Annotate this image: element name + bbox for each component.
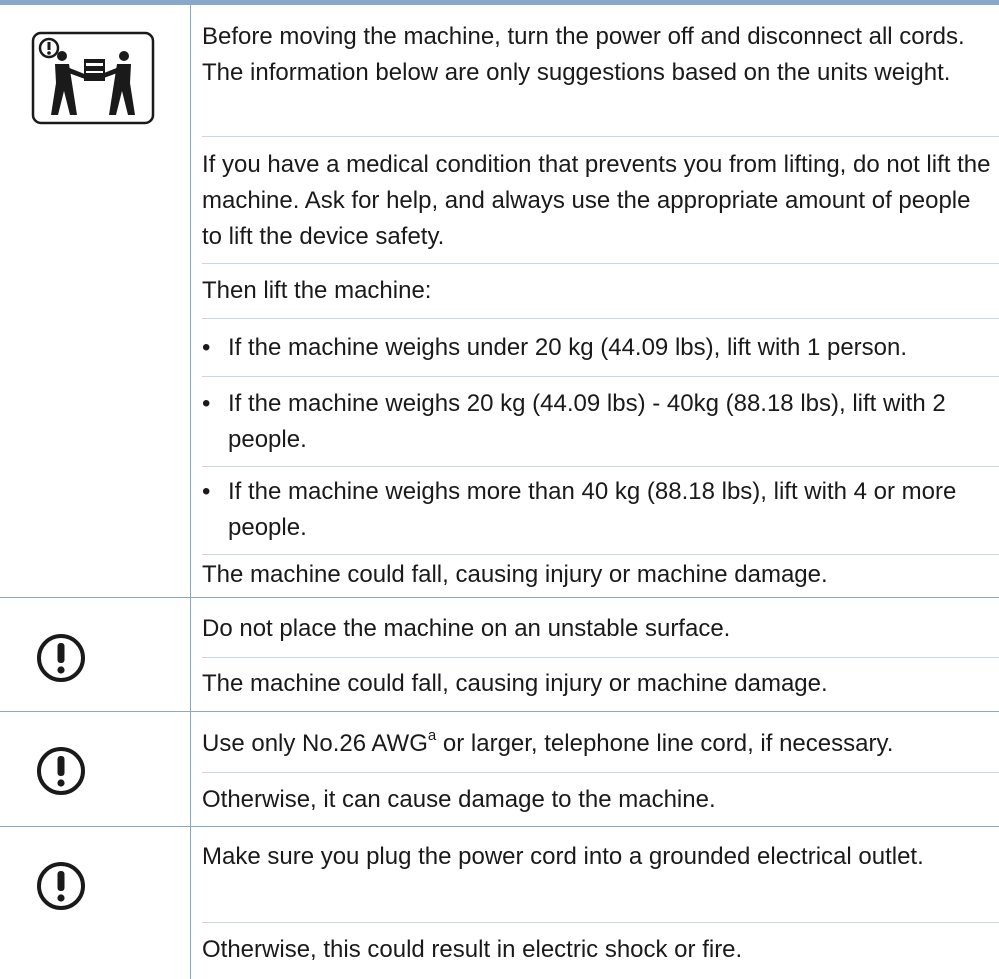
list-item: If the machine weighs 20 kg (44.09 lbs) … <box>228 390 946 453</box>
bullet-glyph: • <box>202 478 211 505</box>
column-divider <box>190 5 191 979</box>
row-divider <box>0 826 999 827</box>
safety-warnings-table: Before moving the machine, turn the powe… <box>0 0 999 979</box>
lifting-two-people-icon <box>31 31 155 130</box>
row-divider <box>0 597 999 598</box>
paragraph-separator <box>202 554 999 555</box>
list-item: If the machine weighs more than 40 kg (8… <box>228 478 957 541</box>
paragraph-separator <box>202 318 999 319</box>
table-top-rule <box>0 0 999 5</box>
paragraph-separator <box>202 772 999 773</box>
paragraph-separator <box>202 922 999 923</box>
paragraph: Otherwise, it can cause damage to the ma… <box>202 786 716 813</box>
bullet-glyph: • <box>202 390 211 417</box>
cord-text-start: Use only No.26 AWG <box>202 730 428 757</box>
paragraph: If you have a medical condition that pre… <box>202 151 991 250</box>
paragraph: Before moving the machine, turn the powe… <box>202 23 965 86</box>
caution-icon <box>33 630 89 691</box>
footnote-marker: a <box>427 727 437 744</box>
paragraph-separator <box>202 136 999 137</box>
paragraph-separator <box>202 657 999 658</box>
paragraph: Then lift the machine: <box>202 277 432 304</box>
paragraph-separator <box>202 263 999 264</box>
paragraph: Make sure you plug the power cord into a… <box>202 843 924 870</box>
list-item: If the machine weighs under 20 kg (44.09… <box>228 334 908 361</box>
paragraph: Do not place the machine on an unstable … <box>202 615 731 642</box>
bullet-glyph: • <box>202 334 211 361</box>
paragraph: The machine could fall, causing injury o… <box>202 561 828 588</box>
caution-icon <box>33 858 89 919</box>
paragraph: The machine could fall, causing injury o… <box>202 670 828 697</box>
caution-icon <box>33 743 89 804</box>
row-divider <box>0 711 999 712</box>
paragraph: Otherwise, this could result in electric… <box>202 936 743 963</box>
paragraph: Use only No.26 AWGa or larger, telephone… <box>202 726 992 762</box>
cord-text-end: or larger, telephone line cord, if neces… <box>436 730 894 757</box>
paragraph-separator <box>202 466 999 467</box>
paragraph-separator <box>202 376 999 377</box>
